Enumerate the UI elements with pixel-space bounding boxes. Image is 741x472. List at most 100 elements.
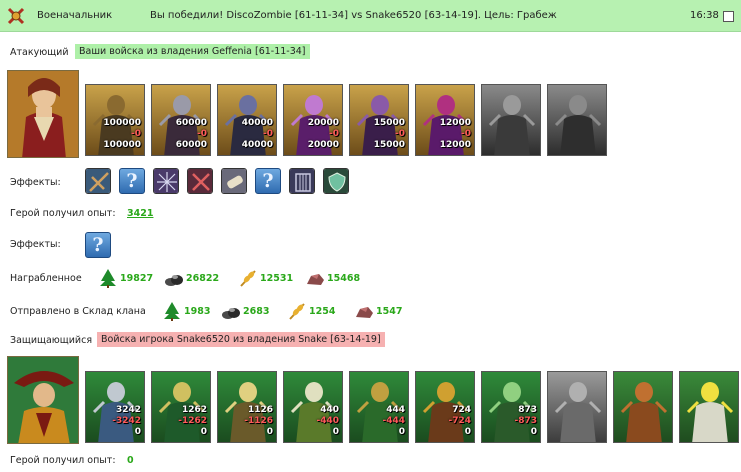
unit-count: 60000 bbox=[175, 118, 207, 128]
treant-unit-icon[interactable] bbox=[547, 371, 607, 443]
unit-left: 0 bbox=[332, 427, 339, 437]
grain-icon bbox=[240, 270, 256, 287]
grain-icon bbox=[289, 303, 305, 320]
crossed-axes-icon[interactable] bbox=[187, 168, 213, 194]
wood-icon bbox=[164, 302, 180, 321]
battle-time: 16:38 bbox=[690, 10, 719, 21]
attacker-xp-label: Герой получил опыт: bbox=[10, 208, 116, 219]
defender-xp-value: 0 bbox=[127, 455, 134, 466]
unit-count: 40000 bbox=[241, 118, 273, 128]
dark-knight-unit-icon[interactable]: 40000 -0 40000 bbox=[217, 84, 277, 156]
unit-lost: -3242 bbox=[112, 416, 141, 426]
battle-report-header: Военачальник Вы победили! DiscoZombie [6… bbox=[0, 0, 741, 32]
unit-left: 0 bbox=[134, 427, 141, 437]
ancient-tree-unit-icon[interactable] bbox=[613, 371, 673, 443]
resource-value: 19827 bbox=[120, 273, 154, 284]
griffin-unit-icon[interactable]: 440 -440 0 bbox=[283, 371, 343, 443]
unit-count: 100000 bbox=[103, 118, 141, 128]
unit-left: 0 bbox=[398, 427, 405, 437]
question-icon[interactable]: ? bbox=[119, 168, 145, 194]
gate-icon[interactable] bbox=[289, 168, 315, 194]
dwarf-unit-icon[interactable]: 3242 -3242 0 bbox=[85, 371, 145, 443]
question-icon[interactable]: ? bbox=[255, 168, 281, 194]
stone-icon bbox=[222, 308, 240, 319]
elf-spearman-unit-icon[interactable]: 1126 -1126 0 bbox=[217, 371, 277, 443]
header-role: Военачальник bbox=[37, 10, 113, 21]
unit-lost: -873 bbox=[514, 416, 537, 426]
unit-lost: -0 bbox=[395, 129, 405, 139]
scroll-icon[interactable] bbox=[221, 168, 247, 194]
unit-left: 0 bbox=[266, 427, 273, 437]
unit-count: 724 bbox=[452, 405, 471, 415]
unit-left: 15000 bbox=[373, 140, 405, 150]
unit-left: 60000 bbox=[175, 140, 207, 150]
crossbow-icon[interactable] bbox=[85, 168, 111, 194]
defender-hero-portrait[interactable] bbox=[7, 356, 79, 444]
spider-unit-icon[interactable] bbox=[547, 84, 607, 156]
brute-unit-icon[interactable]: 100000 -0 100000 bbox=[85, 84, 145, 156]
unit-lost: -724 bbox=[448, 416, 471, 426]
attacker-label: Атакующий bbox=[10, 47, 69, 58]
unit-lost: -0 bbox=[461, 129, 471, 139]
spirit-tower-unit-icon[interactable] bbox=[679, 371, 739, 443]
iron-icon bbox=[356, 307, 373, 318]
unit-count: 1126 bbox=[247, 405, 273, 415]
unit-lost: -0 bbox=[131, 129, 141, 139]
resource-value: 15468 bbox=[327, 273, 361, 284]
ranger-unit-icon[interactable]: 873 -873 0 bbox=[481, 371, 541, 443]
unit-left: 40000 bbox=[241, 140, 273, 150]
unit-count: 15000 bbox=[373, 118, 405, 128]
resource-value: 26822 bbox=[186, 273, 220, 284]
effects2-label: Эффекты: bbox=[10, 239, 61, 250]
unit-lost: -0 bbox=[329, 129, 339, 139]
unit-lost: -1126 bbox=[244, 416, 273, 426]
unit-left: 0 bbox=[464, 427, 471, 437]
defender-label: Защищающийся bbox=[10, 335, 93, 346]
iron-icon bbox=[307, 274, 324, 285]
dark-archer-unit-icon[interactable]: 15000 -0 15000 bbox=[349, 84, 409, 156]
unit-count: 444 bbox=[386, 405, 405, 415]
unit-count: 12000 bbox=[439, 118, 471, 128]
attacker-tag: Ваши войска из владения Geffenia [61-11-… bbox=[75, 44, 310, 59]
wood-icon bbox=[100, 269, 116, 288]
loot-label: Награбленное bbox=[10, 273, 82, 284]
elf-swordsman-unit-icon[interactable]: 1262 -1262 0 bbox=[151, 371, 211, 443]
attacker-xp-value[interactable]: 3421 bbox=[127, 208, 153, 219]
unit-count: 20000 bbox=[307, 118, 339, 128]
unit-left: 12000 bbox=[439, 140, 471, 150]
question-icon[interactable]: ? bbox=[85, 232, 111, 258]
unit-left: 100000 bbox=[103, 140, 141, 150]
attacker-hero-portrait[interactable] bbox=[7, 70, 79, 158]
unit-lost: -1262 bbox=[178, 416, 207, 426]
resource-value: 1254 bbox=[309, 306, 336, 317]
spider-web-icon[interactable] bbox=[153, 168, 179, 194]
close-checkbox[interactable] bbox=[723, 11, 734, 22]
stone-icon bbox=[165, 275, 183, 286]
unit-lost: -0 bbox=[197, 129, 207, 139]
unit-count: 1262 bbox=[181, 405, 207, 415]
unit-count: 873 bbox=[518, 405, 537, 415]
defender-tag: Войска игрока Snake6520 из владения Snak… bbox=[97, 332, 385, 347]
battle-title: Вы победили! DiscoZombie [61-11-34] vs S… bbox=[150, 10, 557, 21]
shadow-knight-unit-icon[interactable] bbox=[481, 84, 541, 156]
unit-count: 3242 bbox=[115, 405, 141, 415]
elf-archer-unit-icon[interactable]: 444 -444 0 bbox=[349, 371, 409, 443]
resource-value: 1547 bbox=[376, 306, 403, 317]
unit-left: 0 bbox=[200, 427, 207, 437]
defender-xp-label: Герой получил опыт: bbox=[10, 455, 116, 466]
ghoul-unit-icon[interactable]: 60000 -0 60000 bbox=[151, 84, 211, 156]
shield-icon[interactable] bbox=[323, 168, 349, 194]
unit-lost: -0 bbox=[263, 129, 273, 139]
unit-lost: -440 bbox=[316, 416, 339, 426]
resource-value: 12531 bbox=[260, 273, 294, 284]
unit-count: 440 bbox=[320, 405, 339, 415]
sorcerer-unit-icon[interactable]: 12000 -0 12000 bbox=[415, 84, 475, 156]
unit-lost: -444 bbox=[382, 416, 405, 426]
druid-unit-icon[interactable]: 724 -724 0 bbox=[415, 371, 475, 443]
unit-left: 0 bbox=[530, 427, 537, 437]
winged-demon-unit-icon[interactable]: 20000 -0 20000 bbox=[283, 84, 343, 156]
unit-left: 20000 bbox=[307, 140, 339, 150]
resource-value: 1983 bbox=[184, 306, 211, 317]
clan-label: Отправлено в Склад клана bbox=[10, 306, 146, 317]
warlord-shield-icon bbox=[6, 6, 26, 26]
